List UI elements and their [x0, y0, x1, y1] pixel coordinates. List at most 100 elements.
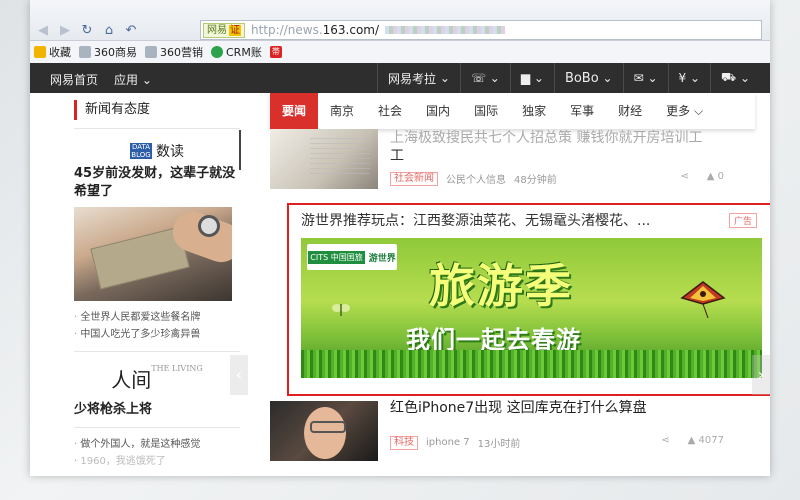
sub-link[interactable]: 全世界人民都爱这些餐名牌 — [74, 309, 240, 326]
tab-guonei[interactable]: 国内 — [414, 93, 462, 129]
list-item[interactable]: 上海极致搜民共七个人招总策 赚钱你就开房培训工工 社会新闻 公民个人信息 48分… — [270, 129, 754, 189]
cits-text: CITS 中国国旅 — [308, 250, 365, 264]
currency-menu[interactable]: ¥ ⌄ — [667, 63, 711, 93]
ad-item[interactable]: 游世界推荐玩点：江西婺源油菜花、无锡鼋头渚樱花、... 广告 CITS 中国国旅… — [287, 203, 770, 396]
forward-icon[interactable]: ▶ — [56, 23, 74, 38]
cart-icon: ⛟ — [721, 70, 737, 84]
kaola-menu[interactable]: 网易考拉 ⌄ — [377, 63, 460, 93]
bookmark-360-shangyi[interactable]: 360商易 — [79, 44, 137, 60]
user-label: BoBo — [564, 70, 599, 86]
user-menu[interactable]: BoBo ⌄ — [553, 63, 623, 93]
sub-link[interactable]: 中国人吃光了多少珍禽异兽 — [74, 326, 240, 343]
bookmark-crm[interactable]: CRM账 — [211, 44, 262, 60]
source-label[interactable]: iphone 7 — [426, 437, 470, 448]
mail-menu[interactable]: ✉ ⌄ — [622, 63, 668, 93]
title-line: 工 — [390, 148, 404, 164]
tab-guoji[interactable]: 国际 — [462, 93, 510, 129]
headline-link[interactable]: 少将枪杀上将 — [74, 401, 240, 419]
money-thumbnail[interactable] — [74, 207, 232, 301]
dudu-title: 数读 — [156, 144, 184, 160]
time-label: 13小时前 — [477, 439, 521, 450]
browser-nav-buttons: ◀ ▶ ↻ ⌂ ↶ — [34, 20, 140, 40]
comment-icon: ▲ — [687, 435, 696, 446]
time-label: 48分钟前 — [514, 175, 557, 186]
news-title[interactable]: 红色iPhone7出现 这回库克在打什么算盘 — [390, 397, 647, 417]
undo-icon[interactable]: ↶ — [122, 23, 140, 38]
face-shape — [304, 407, 346, 459]
sub-link[interactable]: 1960，我逃饿死了 — [74, 453, 240, 470]
chevron-down-icon: ⌄ — [439, 71, 450, 85]
news-title[interactable]: 上海极致搜民共七个人招总策 赚钱你就开房培训工工 — [390, 129, 750, 165]
category-tag[interactable]: 科技 — [390, 435, 418, 450]
butterfly-icon — [332, 304, 350, 316]
carousel-next-button[interactable]: › — [752, 355, 770, 395]
channel-tabs: 要闻 南京 社会 国内 国际 独家 军事 财经 更多 ⌵ — [270, 93, 755, 129]
comment-number: 0 — [717, 171, 724, 182]
tab-dujia[interactable]: 独家 — [510, 93, 558, 129]
tab-nanjing[interactable]: 南京 — [318, 93, 366, 129]
divider — [74, 427, 240, 428]
comment-icon: ▲ — [706, 171, 715, 182]
cart-menu[interactable]: ⛟ ⌄ — [710, 63, 760, 93]
tab-junshi[interactable]: 军事 — [558, 93, 606, 129]
category-tag[interactable]: 社会新闻 — [390, 171, 438, 186]
news-actions: ⋖ ▲ 0 — [680, 171, 724, 182]
divider — [74, 128, 240, 129]
sub-link[interactable]: 做个外国人，就是这种感觉 — [74, 436, 240, 453]
blurred-toolbar-area — [385, 26, 506, 34]
apps-menu[interactable]: 应用 ⌄ — [114, 71, 152, 88]
comment-count[interactable]: ▲ 0 — [707, 171, 724, 182]
chat-menu[interactable]: ▆ ⌄ — [509, 63, 554, 93]
carousel-prev-button[interactable]: ‹ — [230, 355, 248, 395]
back-icon[interactable]: ◀ — [34, 23, 52, 38]
news-thumbnail[interactable] — [270, 401, 378, 461]
divider — [74, 351, 240, 352]
ad-banner[interactable]: CITS 中国国旅 游世界 旅游季 我们一起去春游 — [301, 238, 762, 378]
bookmark-360-yingxiao[interactable]: 360营销 — [145, 44, 203, 60]
list-item[interactable]: 红色iPhone7出现 这回库克在打什么算盘 科技 iphone 7 13小时前… — [270, 397, 754, 463]
chevron-down-icon: ⌄ — [141, 73, 152, 87]
tab-yaowen[interactable]: 要闻 — [270, 93, 319, 129]
more-label: 更多 — [666, 104, 691, 118]
bookmark-red[interactable]: 帯 — [269, 46, 282, 58]
page-icon — [79, 46, 91, 58]
url-field[interactable]: 网易证 http://news.163.com/ — [200, 20, 762, 40]
brand-text: 游世界 — [368, 253, 396, 264]
renjian-title: 人间 — [111, 368, 152, 392]
share-icon[interactable]: ⋖ — [661, 435, 669, 446]
phone-menu[interactable]: ☏ ⌄ — [459, 63, 510, 93]
cits-logo: CITS 中国国旅 游世界 — [307, 244, 397, 270]
bookmark-label: 360营销 — [160, 46, 203, 59]
share-icon[interactable]: ⋖ — [680, 171, 688, 182]
comment-count[interactable]: ▲ 4077 — [688, 435, 724, 446]
bookmark-label: 收藏 — [49, 46, 71, 59]
crm-icon — [211, 46, 223, 58]
glasses-shape — [310, 421, 346, 433]
tab-shehui[interactable]: 社会 — [366, 93, 414, 129]
headline-link[interactable]: 45岁前没发财，这辈子就没希望了 — [74, 165, 240, 201]
bookmark-label: CRM账 — [226, 46, 262, 59]
source-label[interactable]: 公民个人信息 — [446, 171, 506, 186]
news-thumbnail[interactable] — [270, 129, 378, 189]
dudu-header[interactable]: DATA BLOG 数读 — [74, 137, 240, 165]
red-site-icon: 帯 — [269, 46, 282, 58]
netease-home-link[interactable]: 网易首页 — [50, 71, 98, 88]
ad-title[interactable]: 游世界推荐玩点：江西婺源油菜花、无锡鼋头渚樱花、... — [301, 210, 650, 230]
tab-caijing[interactable]: 财经 — [606, 93, 654, 129]
site-top-nav: 网易首页 应用 ⌄ 网易考拉 ⌄ ☏ ⌄ ▆ ⌄ BoBo ⌄ ✉ ⌄ ¥ ⌄ … — [30, 63, 770, 93]
left-column: 新闻有态度 DATA BLOG 数读 45岁前没发财，这辈子就没希望了 全世界人… — [74, 100, 240, 470]
refresh-icon[interactable]: ↻ — [78, 23, 96, 38]
news-feed: 上海极致搜民共七个人招总策 赚钱你就开房培训工工 社会新闻 公民个人信息 48分… — [270, 129, 754, 189]
banner-headline: 旅游季 — [429, 259, 573, 313]
cert-label: 证 — [229, 24, 241, 36]
site-cert-badge[interactable]: 网易证 — [203, 22, 245, 38]
renjian-logo[interactable]: 人间THE LIVING — [74, 364, 240, 393]
url-prefix: http://news. — [251, 23, 323, 37]
tab-more[interactable]: 更多 ⌵ — [654, 93, 715, 129]
page-icon — [145, 46, 157, 58]
ad-tag: 广告 — [728, 213, 757, 228]
home-icon[interactable]: ⌂ — [100, 23, 118, 38]
site-name-label: 网易 — [207, 24, 227, 36]
bookmark-favorites[interactable]: 收藏 — [34, 44, 71, 60]
kite-icon — [680, 281, 726, 318]
